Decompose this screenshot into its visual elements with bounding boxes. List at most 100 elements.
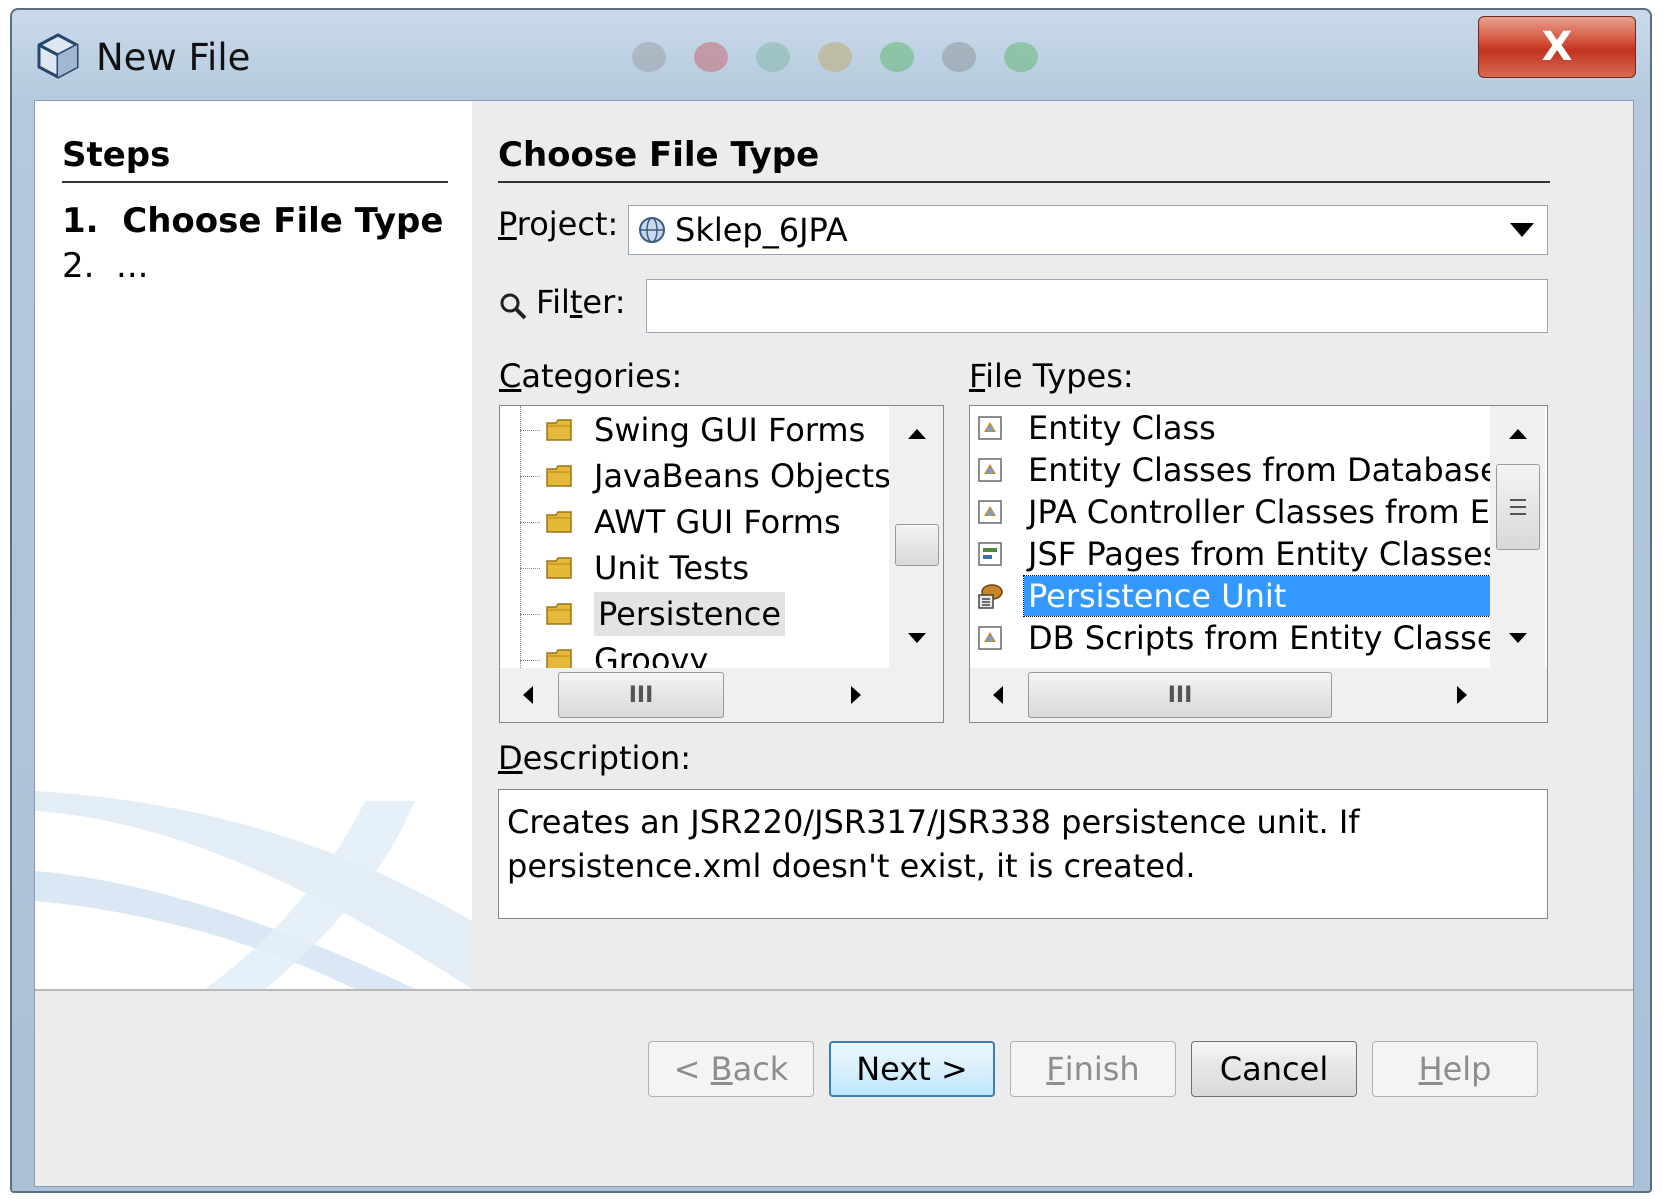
category-item[interactable]: Groovy [500, 638, 708, 668]
tree-connector [520, 429, 540, 431]
category-label: Groovy [594, 641, 709, 668]
title-bar[interactable]: New File X [12, 10, 1650, 100]
file-type-item[interactable]: Entity Class [970, 406, 1220, 450]
cancel-button[interactable]: Cancel [1191, 1041, 1357, 1097]
file-types-vertical-scrollbar[interactable] [1490, 406, 1545, 668]
folder-icon [546, 603, 572, 625]
background-toolbar-ghost [632, 38, 1162, 76]
scroll-left-icon[interactable] [976, 673, 1020, 717]
scroll-up-icon[interactable] [1496, 412, 1540, 456]
web-project-globe-icon [639, 217, 665, 243]
grip-icon [1510, 499, 1526, 515]
folder-icon [546, 511, 572, 533]
category-item[interactable]: AWT GUI Forms [500, 500, 841, 544]
scroll-down-icon[interactable] [1496, 616, 1540, 660]
file-types-label: File Types: [969, 357, 1134, 395]
netbeans-cube-icon [37, 33, 79, 79]
scroll-up-icon[interactable] [895, 412, 939, 456]
description-label: Description: [498, 739, 692, 777]
back-button[interactable]: < Back [648, 1041, 814, 1097]
search-icon [500, 293, 527, 320]
project-dropdown[interactable]: Sklep_6JPA [628, 205, 1548, 255]
categories-vertical-scrollbar[interactable] [889, 406, 943, 668]
scroll-right-icon[interactable] [1440, 673, 1484, 717]
dialog-content: Steps 1. Choose File Type 2. ... Choose … [34, 100, 1634, 1187]
category-label: Swing GUI Forms [594, 411, 866, 449]
file-type-label: Entity Classes from Database [1028, 451, 1490, 489]
scroll-right-icon[interactable] [834, 673, 878, 717]
file-types-horizontal-scrollbar[interactable]: III [970, 668, 1547, 722]
project-value: Sklep_6JPA [675, 211, 848, 249]
category-label: AWT GUI Forms [594, 503, 841, 541]
categories-list-area: Swing GUI Forms JavaBeans Objects AWT GUI … [500, 406, 889, 668]
tree-connector [520, 567, 540, 569]
file-type-label: JPA Controller Classes from Ent [1028, 493, 1490, 531]
file-type-label: DB Scripts from Entity Classes [1028, 619, 1490, 657]
choose-file-type-panel: Choose File Type Project: Sklep_6JPA Fil… [472, 101, 1633, 989]
scroll-down-icon[interactable] [895, 616, 939, 660]
finish-button[interactable]: Finish [1010, 1041, 1176, 1097]
category-item[interactable]: Persistence [500, 592, 786, 636]
filter-input[interactable] [646, 279, 1548, 333]
button-bar-divider [35, 989, 1633, 991]
categories-tree[interactable]: Swing GUI Forms JavaBeans Objects AWT GUI … [499, 405, 944, 723]
decorative-swoosh [35, 791, 472, 989]
close-button[interactable]: X [1478, 16, 1636, 78]
help-button[interactable]: Help [1372, 1041, 1538, 1097]
scroll-left-icon[interactable] [506, 673, 550, 717]
category-label: Unit Tests [594, 549, 749, 587]
tree-connector [520, 475, 540, 477]
file-type-item[interactable]: Persistence Unit [970, 574, 1490, 618]
steps-panel: Steps 1. Choose File Type 2. ... [35, 101, 472, 989]
description-text: Creates an JSR220/JSR317/JSR338 persiste… [498, 789, 1548, 919]
file-types-vertical-thumb[interactable] [1496, 464, 1540, 550]
window-title: New File [96, 36, 251, 79]
file-type-label: Persistence Unit [1023, 575, 1490, 617]
filter-label: Filter: [536, 283, 626, 321]
category-item[interactable]: Unit Tests [500, 546, 749, 590]
jsf-page-icon [978, 542, 1002, 566]
entity-class-icon [978, 458, 1002, 482]
folder-icon [546, 649, 572, 668]
folder-icon [546, 419, 572, 441]
new-file-dialog: New File X Steps 1. Choose File Type 2. … [10, 8, 1652, 1193]
next-button[interactable]: Next > [829, 1041, 995, 1097]
category-label: Persistence [594, 592, 786, 636]
grip-icon: III [628, 682, 654, 708]
categories-horizontal-thumb[interactable]: III [558, 672, 724, 718]
grip-icon: III [1167, 682, 1193, 708]
category-label: JavaBeans Objects [594, 457, 889, 495]
category-item[interactable]: JavaBeans Objects [500, 454, 889, 498]
persistence-unit-icon [978, 584, 1003, 609]
file-type-item[interactable]: Entity Classes from Database [970, 448, 1490, 492]
steps-divider [62, 181, 448, 183]
step-item-next: 2. ... [62, 246, 149, 286]
file-types-list[interactable]: Entity Class Entity Classes from Database… [969, 405, 1548, 723]
file-type-item[interactable]: DB Scripts from Entity Classes [970, 616, 1490, 660]
file-type-item[interactable]: JPA Controller Classes from Ent [970, 490, 1490, 534]
file-type-label: Entity Class [1028, 409, 1216, 447]
panel-divider [498, 181, 1550, 183]
tree-connector [520, 521, 540, 523]
step-item-current: 1. Choose File Type [62, 201, 444, 241]
file-type-label: JSF Pages from Entity Classes [1028, 535, 1490, 573]
project-label: Project: [498, 205, 619, 243]
file-types-list-area: Entity Class Entity Classes from Database… [970, 406, 1490, 668]
entity-class-icon [978, 416, 1002, 440]
entity-class-icon [978, 626, 1002, 650]
panel-heading: Choose File Type [498, 135, 820, 175]
file-types-horizontal-thumb[interactable]: III [1028, 672, 1332, 718]
tree-connector [520, 659, 540, 661]
categories-horizontal-scrollbar[interactable]: III [500, 668, 943, 722]
steps-heading: Steps [62, 135, 171, 175]
close-icon: X [1541, 24, 1573, 70]
categories-label: Categories: [499, 357, 683, 395]
file-type-item[interactable]: JSF Pages from Entity Classes [970, 532, 1490, 576]
tree-connector [520, 613, 540, 615]
folder-icon [546, 465, 572, 487]
categories-vertical-thumb[interactable] [895, 524, 939, 566]
folder-icon [546, 557, 572, 579]
entity-class-icon [978, 500, 1002, 524]
chevron-down-icon[interactable] [1501, 208, 1543, 252]
category-item[interactable]: Swing GUI Forms [500, 408, 865, 452]
